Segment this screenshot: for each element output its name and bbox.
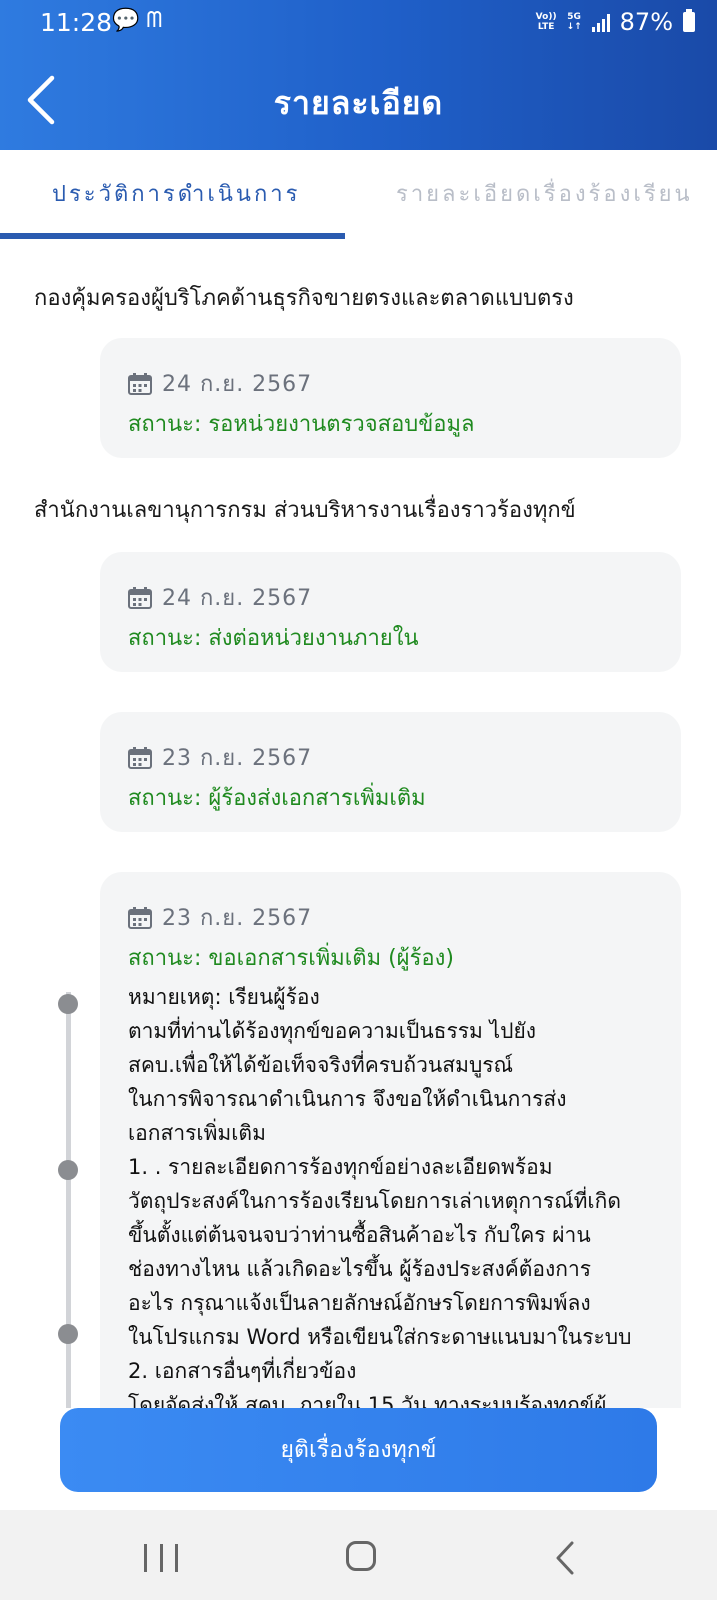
battery-percent: 87% — [619, 8, 673, 36]
history-card: 24 ก.ย. 2567 สถานะ: ส่งต่อหน่วยงานภายใน — [100, 552, 681, 672]
status-right: Vo)) LTE 5G ↓↑ 87% — [536, 8, 695, 36]
system-nav-bar — [0, 1510, 717, 1600]
entry-status: สถานะ: ผู้ร้องส่งเอกสารเพิ่มเติม — [128, 786, 426, 811]
chevron-left-icon — [556, 1541, 574, 1575]
timeline-dot — [58, 1324, 78, 1344]
app-header: 11:28 💬 ᗰ Vo)) LTE 5G ↓↑ 87% รายละเอียด — [0, 0, 717, 150]
entry-note: หมายเหตุ: เรียนผู้ร้อง ตามที่ท่านได้ร้อง… — [128, 980, 668, 1408]
note-line: อะไร กรุณาแจ้งเป็นลายลักษณ์อักษรโดยการพิ… — [128, 1291, 591, 1315]
history-list[interactable]: กองคุ้มครองผู้บริโภคด้านธุรกิจขายตรงและต… — [0, 242, 717, 1408]
date-row: 24 ก.ย. 2567 — [128, 366, 312, 401]
battery-icon — [683, 9, 695, 32]
date-row: 24 ก.ย. 2567 — [128, 580, 312, 615]
entry-status: สถานะ: รอหน่วยงานตรวจสอบข้อมูล — [128, 412, 475, 437]
note-line: เอกสารเพิ่มเติม — [128, 1121, 266, 1145]
entry-date: 24 ก.ย. 2567 — [162, 372, 313, 397]
note-line: ตามที่ท่านได้ร้องทุกข์ขอความเป็นธรรม ไปย… — [128, 1019, 537, 1043]
tab-history[interactable]: ประวัติการดำเนินการ — [52, 176, 300, 211]
close-complaint-button[interactable]: ยุติเรื่องร้องทุกข์ — [60, 1408, 657, 1492]
note-line: ในการพิจารณาดำเนินการ จึงขอให้ดำเนินการส… — [128, 1087, 567, 1111]
tab-bar: ประวัติการดำเนินการ รายละเอียดเรื่องร้อง… — [0, 150, 717, 242]
recent-apps-button[interactable] — [144, 1544, 178, 1572]
agency-name: กองคุ้มครองผู้บริโภคด้านธุรกิจขายตรงและต… — [34, 286, 574, 311]
notification-icons: 💬 ᗰ — [112, 8, 163, 33]
calendar-icon — [128, 586, 152, 609]
signal-icon — [591, 12, 610, 32]
status-bar: 11:28 💬 ᗰ Vo)) LTE 5G ↓↑ 87% — [0, 0, 717, 48]
volte-icon: Vo)) LTE — [535, 12, 557, 32]
network-5g-icon: 5G ↓↑ — [566, 12, 582, 32]
timeline-dot — [58, 994, 78, 1014]
active-tab-indicator — [0, 233, 345, 239]
agency-name: สำนักงานเลขานุการกรม ส่วนบริหารงานเรื่อง… — [34, 498, 576, 523]
entry-date: 23 ก.ย. 2567 — [162, 746, 313, 771]
page-title: รายละเอียด — [273, 84, 444, 122]
entry-date: 24 ก.ย. 2567 — [162, 586, 313, 611]
note-line: ในโปรแกรม Word หรือเขียนใส่กระดาษแนบมาใน… — [128, 1325, 632, 1349]
entry-status: สถานะ: ขอเอกสารเพิ่มเติม (ผู้ร้อง) — [128, 946, 454, 971]
status-time: 11:28 — [40, 8, 113, 37]
system-back-button[interactable] — [550, 1540, 580, 1576]
history-card: 24 ก.ย. 2567 สถานะ: รอหน่วยงานตรวจสอบข้อ… — [100, 338, 681, 458]
calendar-icon — [128, 372, 152, 395]
home-button[interactable] — [346, 1541, 376, 1571]
note-line: วัตถุประสงค์ในการร้องเรียนโดยการเล่าเหตุ… — [128, 1189, 621, 1213]
note-line: โดยจัดส่งให้ สคบ. ภายใน 15 วัน ทางระบบร้… — [128, 1393, 607, 1408]
note-line: สคบ.เพื่อให้ได้ข้อเท็จจริงที่ครบถ้วนสมบู… — [128, 1053, 514, 1077]
entry-date: 23 ก.ย. 2567 — [162, 906, 313, 931]
note-line: 2. เอกสารอื่นๆที่เกี่ยวข้อง — [128, 1359, 357, 1383]
calendar-icon — [128, 746, 152, 769]
date-row: 23 ก.ย. 2567 — [128, 900, 312, 935]
entry-status: สถานะ: ส่งต่อหน่วยงานภายใน — [128, 626, 419, 651]
history-card: 23 ก.ย. 2567 สถานะ: ขอเอกสารเพิ่มเติม (ผ… — [100, 872, 681, 1408]
calendar-icon — [128, 906, 152, 929]
note-line: ช่องทางไหน แล้วเกิดอะไรขึ้น ผู้ร้องประสง… — [128, 1257, 592, 1281]
timeline-line — [66, 992, 71, 1408]
note-line: 1. . รายละเอียดการร้องทุกข์อย่างละเอียดพ… — [128, 1155, 553, 1179]
note-line: หมายเหตุ: เรียนผู้ร้อง — [128, 985, 320, 1009]
timeline-dot — [58, 1160, 78, 1180]
date-row: 23 ก.ย. 2567 — [128, 740, 312, 775]
tab-complaint-details[interactable]: รายละเอียดเรื่องร้องเรียน — [396, 176, 693, 211]
history-card: 23 ก.ย. 2567 สถานะ: ผู้ร้องส่งเอกสารเพิ่… — [100, 712, 681, 832]
note-line: ขึ้นตั้งแต่ต้นจนจบว่าท่านซื้อสินค้าอะไร … — [128, 1223, 591, 1247]
